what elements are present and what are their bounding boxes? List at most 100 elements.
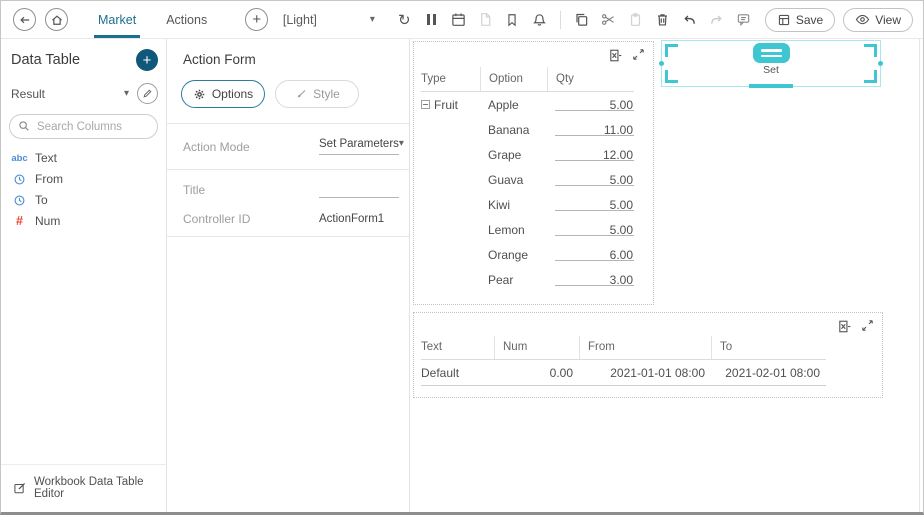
comment-icon[interactable] [735,12,751,28]
column-item-from[interactable]: From [9,170,158,188]
col-header-option: Option [480,67,547,91]
field-label-controller-id: Controller ID [183,212,319,226]
table-row[interactable]: Fruit Apple 5.00 [421,92,634,117]
data-table-sidebar: Data Table + Result ▾ abc Text [1,39,167,512]
expand-icon[interactable] [632,48,645,63]
table-row[interactable]: Default 0.00 2021-01-01 08:00 2021-02-01… [421,360,826,386]
col-header-from: From [579,336,711,359]
save-button[interactable]: Save [765,8,835,32]
table-row[interactable]: Orange 6.00 [421,242,634,267]
action-form-panel: Action Form Options Style Action Mode Se… [167,39,410,512]
qty-input[interactable]: 5.00 [547,173,634,187]
col-header-type: Type [421,73,480,85]
plus-icon: + [143,53,152,68]
home-button[interactable] [45,8,68,31]
collapse-group-icon[interactable] [421,100,430,109]
set-parameters-button-icon[interactable] [753,43,790,63]
table-select-dropdown[interactable]: Result [11,87,124,101]
tab-options[interactable]: Options [181,80,265,108]
dashboard-canvas: Type Option Qty Fruit Apple 5.00 Banana … [410,39,923,512]
toolbar-right-group: [Light] ▾ ↻ Save View [283,8,913,32]
selection-corner-handle[interactable] [864,70,877,83]
selection-mid-handle[interactable] [878,61,883,66]
table-row[interactable]: Guava 5.00 [421,167,634,192]
bookmark-icon[interactable] [504,12,520,28]
home-icon [50,13,64,27]
theme-label: [Light] [283,13,317,27]
col-header-qty: Qty [547,67,634,91]
cut-scissors-icon[interactable] [600,12,616,28]
fruit-table-widget[interactable]: Type Option Qty Fruit Apple 5.00 Banana … [413,41,654,305]
expand-icon[interactable] [861,319,874,334]
search-columns-input[interactable] [9,114,158,139]
selection-bottom-handle[interactable] [749,84,793,88]
pause-icon[interactable] [423,12,439,28]
theme-selector[interactable]: [Light] ▾ [283,13,375,27]
tab-actions[interactable]: Actions [162,1,211,38]
table-row[interactable]: Pear 3.00 [421,267,634,292]
notifications-bell-icon[interactable] [531,12,547,28]
selection-corner-handle[interactable] [665,70,678,83]
tab-market[interactable]: Market [94,1,140,38]
undo-icon[interactable] [681,12,697,28]
add-sheet-button[interactable]: + [245,8,268,31]
refresh-icon[interactable]: ↻ [396,12,412,28]
chevron-down-icon: ▾ [370,15,375,25]
qty-input[interactable]: 5.00 [547,98,634,112]
excel-export-icon[interactable] [608,48,623,63]
chevron-down-icon[interactable]: ▾ [124,89,129,99]
copy-icon[interactable] [573,12,589,28]
table-row[interactable]: Grape 12.00 [421,142,634,167]
parameter-table: Text Num From To Default 0.00 2021-01-01… [421,335,826,386]
top-toolbar: Market Actions + [Light] ▾ ↻ [1,1,923,39]
back-arrow-icon [18,13,32,27]
qty-input[interactable]: 3.00 [547,273,634,287]
selection-mid-handle[interactable] [659,61,664,66]
qty-input[interactable]: 5.00 [547,198,634,212]
delete-trash-icon[interactable] [654,12,670,28]
view-button[interactable]: View [843,8,913,32]
qty-input[interactable]: 5.00 [547,223,634,237]
back-button[interactable] [13,8,36,31]
table-row[interactable]: Kiwi 5.00 [421,192,634,217]
edit-square-icon [13,481,27,495]
col-header-text: Text [421,341,494,353]
action-mode-dropdown[interactable]: Set Parameters ▾ [319,138,399,155]
workbook-data-table-editor-link[interactable]: Workbook Data Table Editor [1,464,166,512]
workbook-tabs: Market Actions [94,1,233,38]
parameter-table-widget[interactable]: Text Num From To Default 0.00 2021-01-01… [413,312,883,398]
export-document-icon [477,12,493,28]
plus-icon: + [252,11,261,28]
sidebar-title: Data Table [11,52,80,68]
qty-input[interactable]: 6.00 [547,248,634,262]
pencil-icon [142,88,153,99]
tab-style[interactable]: Style [275,80,359,108]
clock-icon [11,173,28,186]
column-item-num[interactable]: # Num [9,212,158,230]
selection-corner-handle[interactable] [665,44,678,57]
parameter-table-header: Text Num From To [421,335,826,360]
selection-corner-handle[interactable] [864,44,877,57]
qty-input[interactable]: 12.00 [547,148,634,162]
app-window: Market Actions + [Light] ▾ ↻ [0,0,924,515]
main-area: Data Table + Result ▾ abc Text [1,39,923,512]
title-input[interactable] [319,182,399,198]
column-item-text[interactable]: abc Text [9,149,158,167]
controller-id-value: ActionForm1 [319,213,399,225]
column-list: abc Text From To # Num [9,149,158,230]
col-header-to: To [711,336,826,359]
set-button-widget-selected[interactable]: Set [661,40,881,87]
eye-icon [855,12,870,27]
gear-icon [193,88,206,101]
save-icon [777,13,791,27]
add-data-table-button[interactable]: + [136,49,158,71]
column-item-to[interactable]: To [9,191,158,209]
table-row[interactable]: Lemon 5.00 [421,217,634,242]
chevron-down-icon: ▾ [399,139,404,149]
qty-input[interactable]: 11.00 [547,123,634,137]
table-row[interactable]: Banana 11.00 [421,117,634,142]
edit-table-button[interactable] [137,83,158,104]
calendar-icon[interactable] [450,12,466,28]
panel-title: Action Form [167,39,409,78]
excel-export-icon[interactable] [837,319,852,334]
